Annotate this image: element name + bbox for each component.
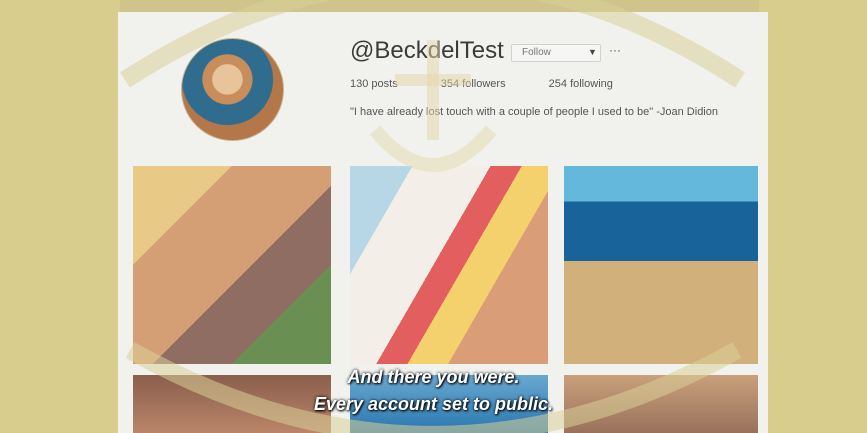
post-tile[interactable] [350, 166, 548, 364]
profile-bio: "I have already lost touch with a couple… [350, 106, 718, 118]
followers-count[interactable]: 354 followers [441, 78, 506, 90]
follow-dropdown-caret-icon[interactable]: ▼ [588, 47, 597, 57]
post-tile[interactable] [564, 166, 758, 364]
following-count[interactable]: 254 following [549, 78, 613, 90]
post-tile[interactable] [133, 166, 331, 364]
posts-count[interactable]: 130 posts [350, 78, 398, 90]
subtitle-line-1: And there you were. [347, 367, 520, 387]
profile-stats: 130 posts 354 followers 254 following [350, 78, 653, 90]
subtitle-line-2: Every account set to public. [313, 394, 554, 414]
profile-avatar[interactable] [181, 38, 284, 141]
more-options-icon[interactable]: ··· [609, 43, 621, 57]
profile-handle: @BeckdelTest [350, 37, 504, 64]
